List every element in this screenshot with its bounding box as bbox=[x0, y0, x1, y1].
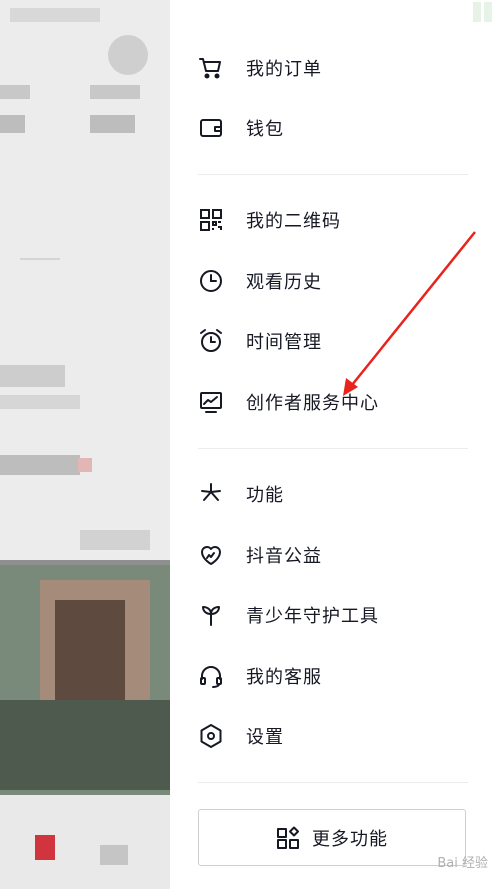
wallet-icon bbox=[198, 115, 224, 141]
menu-item-wallet[interactable]: 钱包 bbox=[198, 108, 468, 148]
menu-item-watch-history[interactable]: 观看历史 bbox=[198, 261, 468, 301]
divider bbox=[198, 782, 468, 783]
menu-item-features[interactable]: 功能 bbox=[198, 474, 468, 514]
menu-item-creator-center[interactable]: 创作者服务中心 bbox=[198, 382, 468, 422]
menu-item-youth-protection[interactable]: 青少年守护工具 bbox=[198, 595, 468, 635]
menu-item-label: 时间管理 bbox=[246, 332, 322, 353]
menu-item-label: 创作者服务中心 bbox=[246, 393, 379, 414]
menu-item-time-management[interactable]: 时间管理 bbox=[198, 321, 468, 361]
more-features-button[interactable]: 更多功能 bbox=[198, 809, 466, 866]
menu-item-label: 功能 bbox=[246, 485, 284, 506]
sprout-icon bbox=[198, 602, 224, 628]
watermark: Bai 经验 bbox=[437, 856, 488, 871]
menu-item-customer-service[interactable]: 我的客服 bbox=[198, 656, 468, 696]
menu-item-label: 我的二维码 bbox=[246, 211, 341, 232]
cart-icon bbox=[198, 55, 224, 81]
hexagon-gear-icon bbox=[198, 723, 224, 749]
menu-item-settings[interactable]: 设置 bbox=[198, 716, 468, 756]
menu-item-label: 设置 bbox=[246, 727, 284, 748]
sparkle-icon bbox=[198, 481, 224, 507]
alarm-clock-icon bbox=[198, 328, 224, 354]
side-drawer-menu: 我的订单 钱包 我的二维码 观看历史 时间管理 创作者服务中心 功能 抖音公益 … bbox=[170, 0, 500, 889]
clock-icon bbox=[198, 268, 224, 294]
qr-code-icon bbox=[198, 207, 224, 233]
headset-icon bbox=[198, 663, 224, 689]
menu-item-label: 我的客服 bbox=[246, 667, 322, 688]
menu-item-label: 青少年守护工具 bbox=[246, 606, 379, 627]
divider bbox=[198, 174, 468, 175]
menu-item-label: 观看历史 bbox=[246, 272, 322, 293]
status-indicator bbox=[473, 2, 492, 22]
menu-item-orders[interactable]: 我的订单 bbox=[198, 48, 468, 88]
divider bbox=[198, 448, 468, 449]
menu-item-label: 我的订单 bbox=[246, 59, 322, 80]
monitor-chart-icon bbox=[198, 389, 224, 415]
menu-item-qr-code[interactable]: 我的二维码 bbox=[198, 200, 468, 240]
menu-item-charity[interactable]: 抖音公益 bbox=[198, 535, 468, 575]
menu-item-label: 抖音公益 bbox=[246, 546, 322, 567]
background-app-blurred bbox=[0, 0, 170, 889]
menu-item-label: 钱包 bbox=[246, 119, 284, 140]
heart-hands-icon bbox=[198, 542, 224, 568]
more-features-label: 更多功能 bbox=[312, 828, 388, 850]
grid-diamond-icon bbox=[276, 826, 300, 850]
